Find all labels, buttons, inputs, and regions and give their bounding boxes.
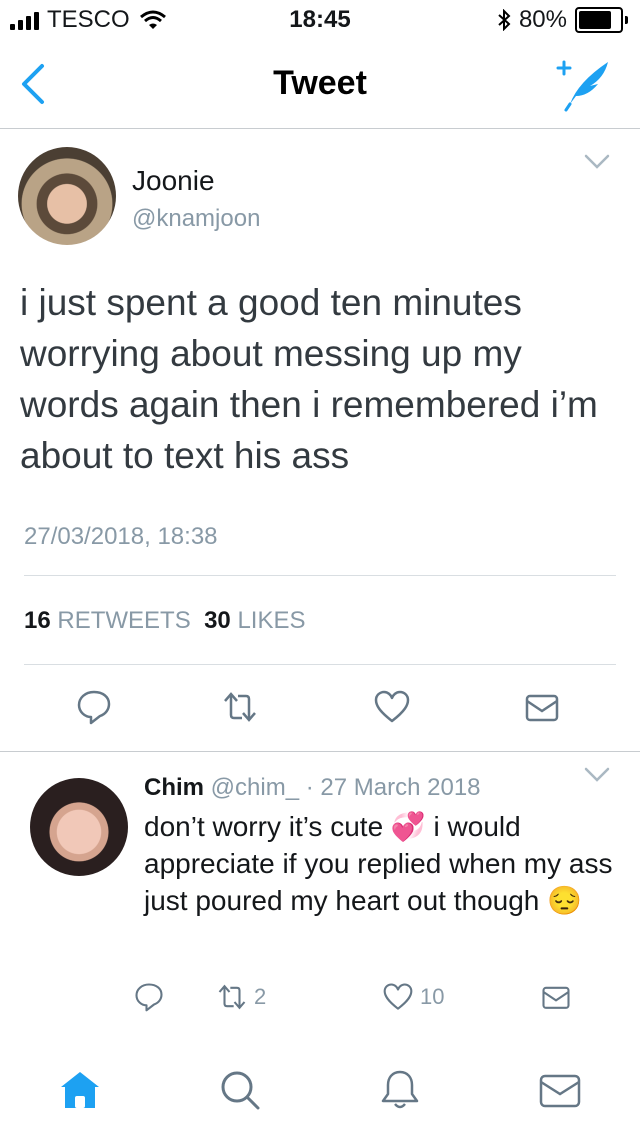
notifications-bell-icon[interactable] [378, 1068, 422, 1112]
reply-header: Chim @chim_ · 27 March 2018 [144, 774, 481, 802]
reply-author-name[interactable]: Chim [144, 774, 204, 801]
divider [24, 575, 616, 576]
reply-retweet-count: 2 [254, 984, 267, 1009]
tweet-text: i just spent a good ten minutes worrying… [20, 282, 598, 476]
status-bar: TESCO 18:45 80% [0, 0, 640, 40]
reply-icon[interactable] [134, 982, 164, 1012]
like-icon[interactable] [382, 982, 414, 1012]
tweet-actions [0, 665, 640, 752]
retweet-icon[interactable] [216, 982, 248, 1012]
author-handle[interactable]: @knamjoon [132, 205, 260, 233]
tab-bar [0, 1038, 640, 1136]
like-count[interactable]: 30 [204, 607, 231, 634]
battery-level [579, 11, 611, 29]
avatar[interactable] [30, 778, 128, 876]
messages-icon[interactable] [538, 1068, 582, 1112]
avatar[interactable] [18, 147, 116, 245]
page-title: Tweet [273, 64, 367, 102]
tweet-stats: 16 RETWEETS 30 LIKES [24, 607, 305, 635]
likes-label[interactable]: LIKES [237, 607, 305, 634]
reply-text: don’t worry it’s cute 💞 i would apprecia… [144, 811, 613, 916]
battery-icon [575, 7, 628, 33]
retweets-label[interactable]: RETWEETS [57, 607, 190, 634]
compose-tweet-icon[interactable] [554, 56, 614, 112]
tweet-timestamp: 27/03/2018, 18:38 [24, 523, 218, 550]
chevron-down-icon[interactable] [584, 153, 610, 171]
reply-actions: 2 10 [0, 978, 640, 1018]
reply-author-handle[interactable]: @chim_ [211, 774, 299, 801]
bluetooth-icon [498, 9, 511, 31]
like-icon[interactable] [374, 689, 410, 725]
search-icon[interactable] [218, 1068, 262, 1112]
direct-message-icon[interactable] [540, 982, 572, 1012]
reply-like-count: 10 [420, 984, 445, 1009]
reply-tweet[interactable]: Chim @chim_ · 27 March 2018 don’t worry … [0, 752, 640, 1039]
separator-dot: · [305, 774, 314, 801]
reply-date: 27 March 2018 [320, 774, 481, 801]
reply-icon[interactable] [76, 689, 112, 725]
author-display-name[interactable]: Joonie [132, 165, 215, 197]
battery-percentage: 80% [518, 6, 567, 33]
chevron-down-icon[interactable] [584, 766, 610, 784]
direct-message-icon[interactable] [524, 689, 560, 725]
navigation-bar: Tweet [0, 40, 640, 129]
retweet-icon[interactable] [222, 689, 258, 725]
retweet-count[interactable]: 16 [24, 607, 51, 634]
home-icon[interactable] [58, 1068, 102, 1112]
